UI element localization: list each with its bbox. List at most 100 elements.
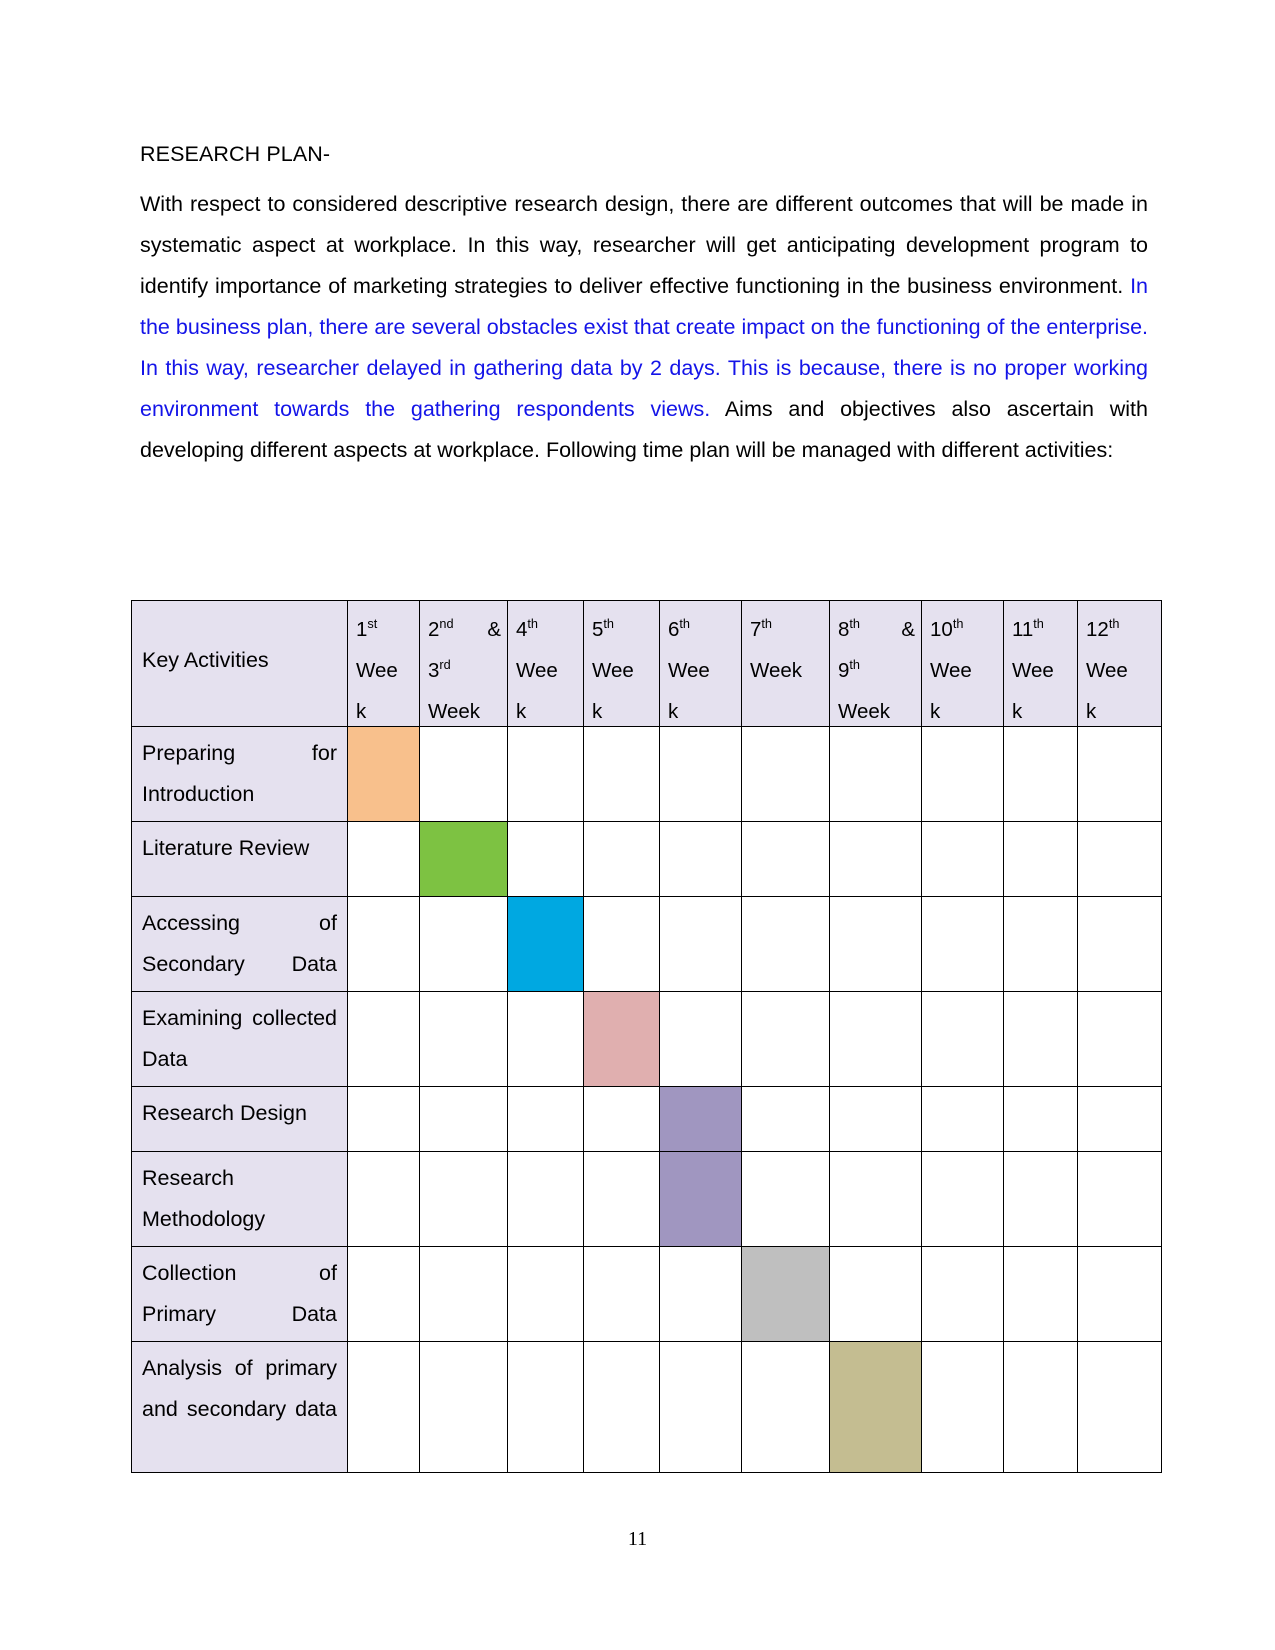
gantt-cell [921, 896, 1004, 992]
header-week-1: 1st Wee k [347, 600, 420, 727]
gantt-cell [921, 1086, 1004, 1152]
header-week-11-content: 11th Wee k [1004, 601, 1077, 723]
gantt-cell [507, 821, 584, 897]
gantt-cell [921, 1341, 1004, 1473]
gantt-cell [829, 896, 922, 992]
document-page: RESEARCH PLAN- With respect to considere… [0, 0, 1275, 1650]
header-week-4-content: 4th Wee k [508, 601, 583, 723]
gantt-cell [583, 1086, 660, 1152]
gantt-cell-filled [741, 1246, 830, 1342]
gantt-cell [741, 991, 830, 1087]
gantt-cell [1077, 896, 1162, 992]
header-week-2-3-line1: 2nd & [428, 616, 501, 641]
header-row: Key Activities 1st Wee k 2nd & 3rd Week … [131, 600, 1162, 727]
gantt-cell [1003, 821, 1078, 897]
header-week-6: 6th Wee k [659, 600, 742, 727]
gantt-cell [507, 1246, 584, 1342]
gantt-cell [659, 991, 742, 1087]
header-week-4-line1: 4th [516, 616, 539, 641]
header-key-activities: Key Activities [131, 600, 348, 727]
header-week-5-line2: Wee [592, 659, 634, 682]
activity-label: Research Methodology [131, 1151, 348, 1247]
gantt-cell [419, 1151, 508, 1247]
gantt-cell [347, 1341, 420, 1473]
header-week-10: 10th Wee k [921, 600, 1004, 727]
gantt-cell [347, 1086, 420, 1152]
gantt-cell [347, 1151, 420, 1247]
gantt-cell [583, 821, 660, 897]
gantt-cell [659, 1246, 742, 1342]
table-header: Key Activities 1st Wee k 2nd & 3rd Week … [131, 600, 1162, 727]
table-row: Preparing for Introduction [131, 726, 1162, 822]
activity-label: Collection of Primary Data [131, 1246, 348, 1342]
gantt-cell [583, 1151, 660, 1247]
gantt-cell [659, 726, 742, 822]
gantt-cell-filled [659, 1151, 742, 1247]
gantt-cell [419, 726, 508, 822]
gantt-cell [921, 991, 1004, 1087]
gantt-cell [507, 991, 584, 1087]
gantt-cell [921, 726, 1004, 822]
gantt-cell [347, 821, 420, 897]
gantt-cell [347, 896, 420, 992]
header-week-1-line2: Wee [356, 659, 398, 682]
gantt-cell [419, 1246, 508, 1342]
header-week-2-3: 2nd & 3rd Week [419, 600, 508, 727]
header-week-11-line2: Wee [1012, 659, 1054, 682]
header-week-11: 11th Wee k [1003, 600, 1078, 727]
header-week-8-9-line2: 9th [838, 657, 861, 682]
gantt-cell [1003, 1086, 1078, 1152]
gantt-cell [419, 991, 508, 1087]
header-week-11-line1: 11th [1012, 616, 1044, 641]
header-week-7-content: 7th Week [742, 601, 829, 719]
research-plan-gantt-table: Key Activities 1st Wee k 2nd & 3rd Week … [131, 600, 1162, 1473]
header-week-4-line2: Wee [516, 659, 558, 682]
body-paragraph: With respect to considered descriptive r… [140, 184, 1148, 471]
header-week-6-line1: 6th [668, 616, 691, 641]
header-week-2-3-line2: 3rd [428, 657, 451, 682]
header-week-10-line1: 10th [930, 616, 964, 641]
gantt-cell [1077, 1341, 1162, 1473]
gantt-cell [741, 1151, 830, 1247]
page-content: RESEARCH PLAN- With respect to considere… [140, 138, 1148, 471]
activity-label: Analysis of primary and secondary data [131, 1341, 348, 1473]
header-week-12-content: 12th Wee k [1078, 601, 1161, 723]
gantt-cell [1003, 991, 1078, 1087]
header-week-12-line2: Wee [1086, 659, 1128, 682]
gantt-cell [1003, 896, 1078, 992]
gantt-cell [507, 726, 584, 822]
header-week-4: 4th Wee k [507, 600, 584, 727]
header-week-5: 5th Wee k [583, 600, 660, 727]
page-number: 11 [627, 1528, 648, 1550]
gantt-cell [741, 1086, 830, 1152]
gantt-cell [829, 1086, 922, 1152]
gantt-cell [583, 1246, 660, 1342]
gantt-cell [659, 1341, 742, 1473]
gantt-cell [419, 1086, 508, 1152]
activity-label: Accessing of Secondary Data [131, 896, 348, 992]
gantt-cell [1077, 1151, 1162, 1247]
header-week-6-line2: Wee [668, 659, 710, 682]
gantt-cell-filled [419, 821, 508, 897]
gantt-cell [419, 1341, 508, 1473]
gantt-cell-filled [829, 1341, 922, 1473]
gantt-cell [829, 1151, 922, 1247]
gantt-cell [829, 726, 922, 822]
gantt-cell [829, 821, 922, 897]
gantt-cell [1003, 1246, 1078, 1342]
gantt-cell [829, 1246, 922, 1342]
gantt-cell [741, 821, 830, 897]
gantt-cell [1077, 1086, 1162, 1152]
activity-label: Preparing for Introduction [131, 726, 348, 822]
header-week-5-line1: 5th [592, 616, 615, 641]
page-title: RESEARCH PLAN- [140, 142, 331, 166]
gantt-cell [419, 896, 508, 992]
header-week-1-content: 1st Wee k [348, 601, 419, 723]
header-week-8-9-content: 8th & 9th Week [830, 601, 921, 723]
table-row: Collection of Primary Data [131, 1246, 1162, 1342]
header-week-1-line1: 1st [356, 616, 378, 641]
activity-label: Research Design [131, 1086, 348, 1152]
gantt-cell [507, 1341, 584, 1473]
gantt-cell [347, 991, 420, 1087]
gantt-cell [741, 1341, 830, 1473]
